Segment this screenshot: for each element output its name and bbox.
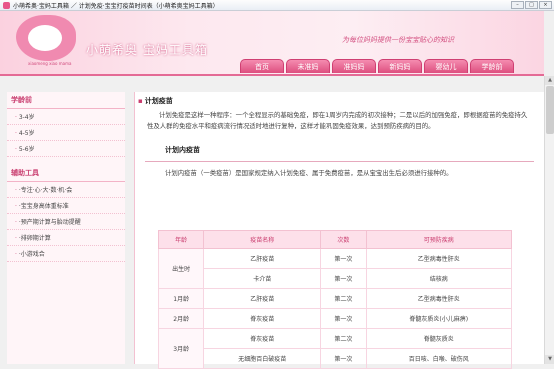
window-controls: – □ × [511,1,552,9]
table-cell: 无细胞百白破疫苗 [203,348,322,369]
section-description: 计划内疫苗（一类疫苗）是国家规定纳入计划免疫、属于免费疫苗，是从宝宝出生后必须进… [165,169,453,177]
table-cell: 脊髓灰质炎(小儿麻痹) [365,308,513,329]
table-header: 可预防疾病 [365,230,513,249]
table-row: 出生时 乙肝疫苗 第一次 乙型病毒性肝炎 [157,248,513,289]
nav-tab-infant[interactable]: 婴幼儿 [424,59,468,73]
section-heading: 计划内疫苗 [165,146,200,154]
table-cell: 第一次 [320,268,367,289]
table-cell: 第一次 [320,308,367,329]
minimize-button[interactable]: – [511,1,524,9]
table-cell-age: 1月龄 [157,288,205,309]
main-nav: 首页 未准妈 准妈妈 新妈妈 婴幼儿 学龄前 [240,59,514,73]
table-cell: 乙肝疫苗 [203,248,322,269]
table-row: 无细胞百白破疫苗 第一次 百日咳、白喉、破伤风 [159,348,513,369]
header-slogan: 为每位妈妈提供一份宝宝贴心的知识 [342,36,454,44]
table-cell: 乙型病毒性肝炎 [365,248,513,269]
table-row: 2月龄 脊灰疫苗 第一次 脊髓灰质炎(小儿麻痹) [157,308,513,329]
logo-text: 小萌希奥 宝妈工具箱 [86,43,208,57]
vaccine-table: 年龄 疫苗名称 次数 可预防疾病 出生时 乙肝疫苗 第一次 乙型病毒性肝炎 卡介… [157,230,513,369]
maximize-button[interactable]: □ [525,1,538,9]
logo-subtext: xiaomeng xiao mama [28,61,72,66]
table-row: 3月龄 脊灰疫苗 第二次 脊髓灰质炎 [157,328,513,369]
main-content: ▪ 计划疫苗 计划免疫是这样一种程序：一个全程显示的基础免疫，即在1周岁内完成的初… [134,92,544,369]
nav-tab-new-mom[interactable]: 新妈妈 [378,59,422,73]
table-cell: 乙肝疫苗 [203,288,322,309]
table-header: 年龄 [157,230,205,249]
nav-tab-pregnancy[interactable]: 准妈妈 [332,59,376,73]
sidebar-section-title: 学龄前 [7,92,125,109]
table-cell: 脊髓灰质炎 [365,328,513,349]
table-cell: 结核病 [365,268,513,289]
table-cell: 脊灰疫苗 [203,308,322,329]
nav-tab-home[interactable]: 首页 [240,59,284,73]
sidebar-item-tool-2[interactable]: ·宝宝身高体重标准 [7,198,125,214]
sidebar-item-5-6[interactable]: 5-6岁 [7,141,125,157]
window-title: 小萌希奥·宝妈工具箱 ／ 计划免疫·宝宝打疫苗时间表（小萌希奥宝妈工具箱） [13,2,219,10]
intro-paragraph: 计划免疫是这样一种程序：一个全程显示的基础免疫，即在1周岁内完成的初次接种；二是… [147,111,528,130]
table-cell: 第二次 [320,288,367,309]
close-button[interactable]: × [539,1,552,9]
table-header: 疫苗名称 [203,230,322,249]
site-header: 小萌希奥 宝妈工具箱 xiaomeng xiao mama 为每位妈妈提供一份宝… [0,11,544,76]
sidebar-item-4-5[interactable]: 4-5岁 [7,125,125,141]
sidebar-item-tool-5[interactable]: ·小游戏合 [7,246,125,262]
nav-tab-pre-pregnancy[interactable]: 未准妈 [286,59,330,73]
table-row: 1月龄 乙肝疫苗 第二次 乙型病毒性肝炎 [157,288,513,309]
scroll-thumb[interactable] [546,86,554,134]
table-cell: 脊灰疫苗 [203,328,322,349]
sidebar-item-tool-3[interactable]: ·预产期计算与胎动提醒 [7,214,125,230]
table-cell: 百日咳、白喉、破伤风 [365,348,513,369]
sidebar-item-tool-4[interactable]: ·排卵期计算 [7,230,125,246]
table-cell: 第一次 [320,348,367,369]
scroll-down-icon[interactable]: ▼ [545,355,554,364]
scroll-up-icon[interactable]: ▲ [545,76,554,85]
table-row: 卡介苗 第一次 结核病 [159,268,513,289]
bullet-icon: ▪ [138,97,143,105]
sidebar-item-tool-1[interactable]: ·专注·心·大·数·机·会 [7,182,125,198]
vertical-scrollbar[interactable]: ▲ ▼ [544,76,554,364]
table-header: 次数 [320,230,367,249]
table-header-row: 年龄 疫苗名称 次数 可预防疾病 [157,230,513,249]
nav-tab-preschool[interactable]: 学龄前 [470,59,514,73]
table-cell-age: 3月龄 [157,328,205,369]
window-titlebar: 小萌希奥·宝妈工具箱 ／ 计划免疫·宝宝打疫苗时间表（小萌希奥宝妈工具箱） – … [0,0,554,11]
table-cell: 乙型病毒性肝炎 [365,288,513,309]
table-cell-age: 出生时 [157,248,205,289]
app-icon [3,1,10,9]
page-title-text: 计划疫苗 [144,97,173,105]
logo-face-icon [28,25,62,51]
table-cell: 第一次 [320,248,367,269]
page-title: ▪ 计划疫苗 [135,92,544,110]
sidebar-section-title: 辅助工具 [7,165,125,182]
sidebar-item-3-4[interactable]: 3-4岁 [7,109,125,125]
table-cell-age: 2月龄 [157,308,205,329]
table-cell: 卡介苗 [203,268,322,289]
sidebar: 学龄前 3-4岁 4-5岁 5-6岁 辅助工具 ·专注·心·大·数·机·会 ·宝… [7,92,125,364]
table-cell: 第二次 [320,328,367,349]
